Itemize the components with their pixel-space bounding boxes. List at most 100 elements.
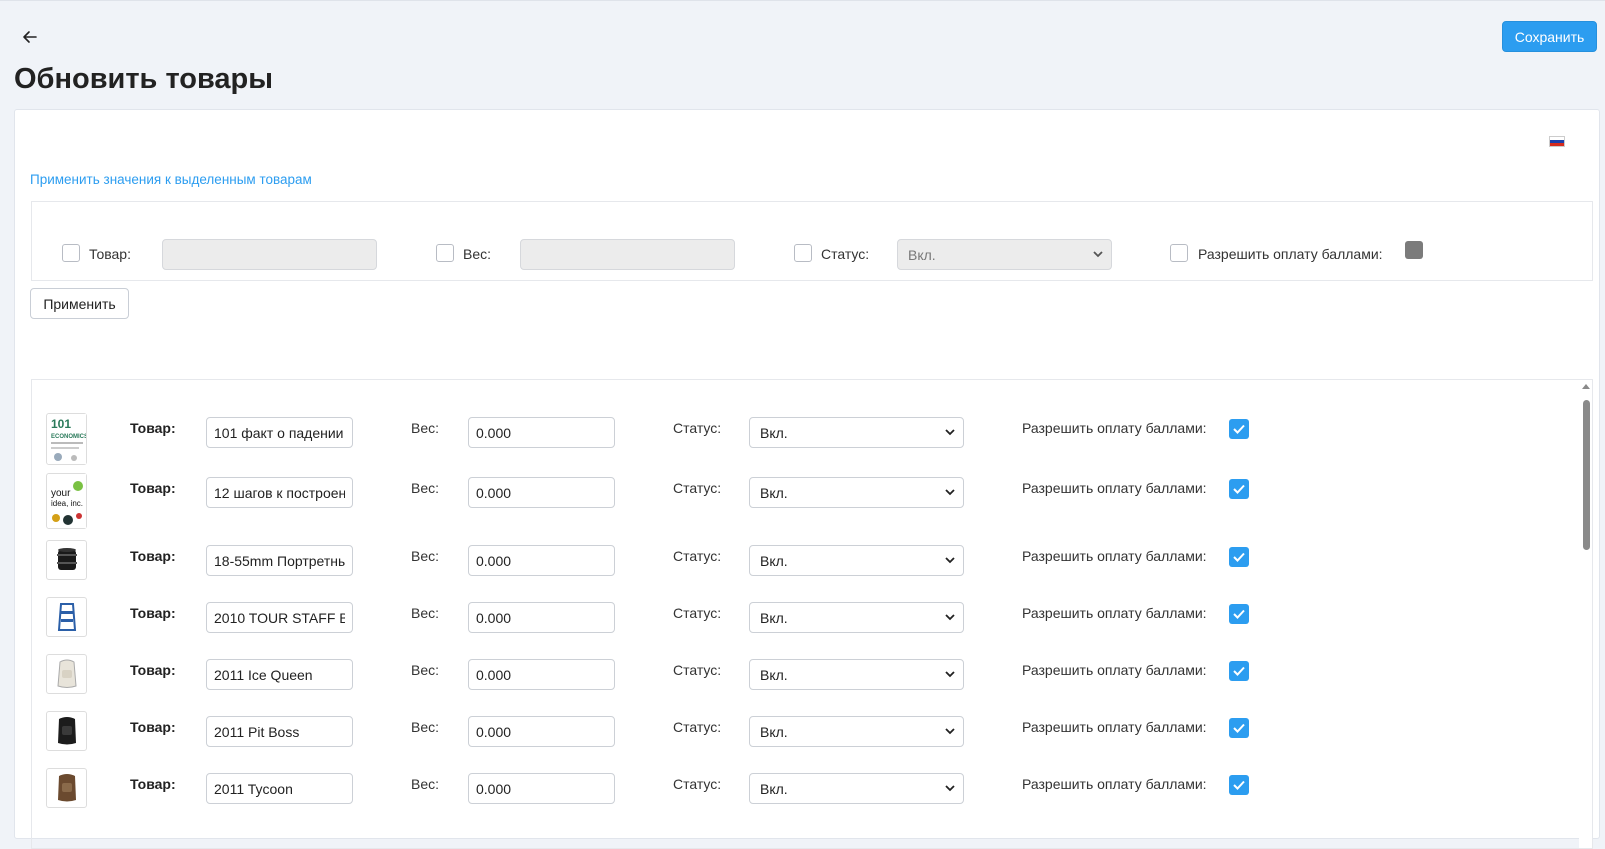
checkmark-icon [1233, 424, 1245, 434]
product-name-input[interactable] [206, 659, 353, 690]
apply-button[interactable]: Применить [30, 288, 129, 319]
chevron-down-icon [945, 728, 955, 735]
weight-input[interactable] [468, 417, 615, 448]
product-name-input[interactable] [206, 545, 353, 576]
scrollbar-thumb[interactable] [1583, 400, 1590, 550]
status-value: Вкл. [760, 425, 788, 441]
status-label: Статус: [673, 548, 722, 564]
status-select[interactable]: Вкл. [749, 659, 964, 690]
status-label: Статус: [673, 776, 722, 792]
product-name-input[interactable] [206, 602, 353, 633]
bulk-points-toggle[interactable] [1405, 241, 1423, 259]
checkmark-icon [1233, 552, 1245, 562]
bulk-status-checkbox[interactable] [794, 244, 812, 262]
svg-text:101: 101 [51, 417, 71, 431]
bulk-points-checkbox[interactable] [1170, 244, 1188, 262]
svg-text:your: your [51, 488, 71, 499]
svg-text:ECONOMICS: ECONOMICS [51, 434, 86, 440]
bulk-status-select[interactable]: Вкл. [897, 239, 1112, 270]
weight-input[interactable] [468, 773, 615, 804]
status-select[interactable]: Вкл. [749, 477, 964, 508]
product-name-input[interactable] [206, 716, 353, 747]
status-value: Вкл. [760, 781, 788, 797]
product-thumbnail: 101 ECONOMICS [46, 413, 87, 465]
weight-input[interactable] [468, 716, 615, 747]
status-value: Вкл. [760, 667, 788, 683]
points-checkbox[interactable] [1229, 661, 1249, 681]
product-thumbnail: your idea, inc. [46, 473, 87, 529]
points-label: Разрешить оплату баллами: [1022, 662, 1207, 678]
product-name-input[interactable] [206, 417, 353, 448]
product-row: Товар: Вес: Статус: Вкл. Разрешить оплат… [32, 766, 1532, 822]
weight-label: Вес: [411, 548, 440, 564]
checkmark-icon [1233, 780, 1245, 790]
points-checkbox[interactable] [1229, 775, 1249, 795]
product-row: 101 ECONOMICS Товар: Вес: Статус: Вкл. Ра… [32, 410, 1532, 466]
main-panel: Применить значения к выделенным товарам … [14, 109, 1600, 849]
save-button[interactable]: Сохранить [1502, 21, 1597, 52]
chevron-down-icon [945, 671, 955, 678]
checkmark-icon [1233, 609, 1245, 619]
status-value: Вкл. [760, 724, 788, 740]
product-label: Товар: [130, 548, 176, 564]
status-label: Статус: [673, 719, 722, 735]
product-list: 101 ECONOMICS Товар: Вес: Статус: Вкл. Ра… [31, 379, 1593, 849]
points-label: Разрешить оплату баллами: [1022, 776, 1207, 792]
chevron-down-icon [945, 614, 955, 621]
scrollbar[interactable] [1579, 380, 1592, 848]
bulk-product-checkbox[interactable] [62, 244, 80, 262]
status-select[interactable]: Вкл. [749, 602, 964, 633]
weight-label: Вес: [411, 420, 440, 436]
status-select[interactable]: Вкл. [749, 417, 964, 448]
product-row: Товар: Вес: Статус: Вкл. Разрешить оплат… [32, 652, 1532, 708]
points-checkbox[interactable] [1229, 479, 1249, 499]
product-thumbnail [46, 597, 87, 637]
apply-values-link[interactable]: Применить значения к выделенным товарам [30, 172, 312, 187]
product-label: Товар: [130, 662, 176, 678]
points-checkbox[interactable] [1229, 419, 1249, 439]
bulk-status-label: Статус: [821, 246, 870, 262]
russia-flag-icon[interactable] [1549, 136, 1565, 147]
points-checkbox[interactable] [1229, 604, 1249, 624]
product-row: Товар: Вес: Статус: Вкл. Разрешить оплат… [32, 538, 1532, 594]
weight-label: Вес: [411, 480, 440, 496]
checkmark-icon [1233, 484, 1245, 494]
back-button[interactable] [18, 25, 42, 49]
bulk-weight-checkbox[interactable] [436, 244, 454, 262]
status-select[interactable]: Вкл. [749, 773, 964, 804]
product-thumbnail [46, 711, 87, 751]
product-row: Товар: Вес: Статус: Вкл. Разрешить оплат… [32, 595, 1532, 651]
arrow-left-icon [23, 31, 37, 43]
bulk-product-input[interactable] [162, 239, 377, 270]
weight-input[interactable] [468, 545, 615, 576]
product-name-input[interactable] [206, 773, 353, 804]
weight-input[interactable] [468, 477, 615, 508]
points-checkbox[interactable] [1229, 547, 1249, 567]
chevron-down-icon [1093, 251, 1103, 258]
weight-label: Вес: [411, 605, 440, 621]
bulk-edit-box: Товар: Вес: Статус: Вкл. Разрешить оплат… [31, 201, 1593, 281]
bulk-weight-label: Вес: [463, 246, 492, 262]
bulk-weight-input[interactable] [520, 239, 735, 270]
points-checkbox[interactable] [1229, 718, 1249, 738]
weight-input[interactable] [468, 659, 615, 690]
status-select[interactable]: Вкл. [749, 545, 964, 576]
chevron-down-icon [945, 489, 955, 496]
checkmark-icon [1233, 666, 1245, 676]
status-value: Вкл. [760, 610, 788, 626]
product-thumbnail [46, 768, 87, 808]
product-label: Товар: [130, 605, 176, 621]
weight-input[interactable] [468, 602, 615, 633]
weight-label: Вес: [411, 662, 440, 678]
product-name-input[interactable] [206, 477, 353, 508]
scroll-up-arrow-icon[interactable] [1582, 383, 1590, 389]
product-thumbnail [46, 654, 87, 694]
status-value: Вкл. [760, 553, 788, 569]
bulk-status-value: Вкл. [908, 247, 936, 263]
product-label: Товар: [130, 420, 176, 436]
weight-label: Вес: [411, 719, 440, 735]
product-label: Товар: [130, 480, 176, 496]
product-label: Товар: [130, 776, 176, 792]
status-value: Вкл. [760, 485, 788, 501]
status-select[interactable]: Вкл. [749, 716, 964, 747]
